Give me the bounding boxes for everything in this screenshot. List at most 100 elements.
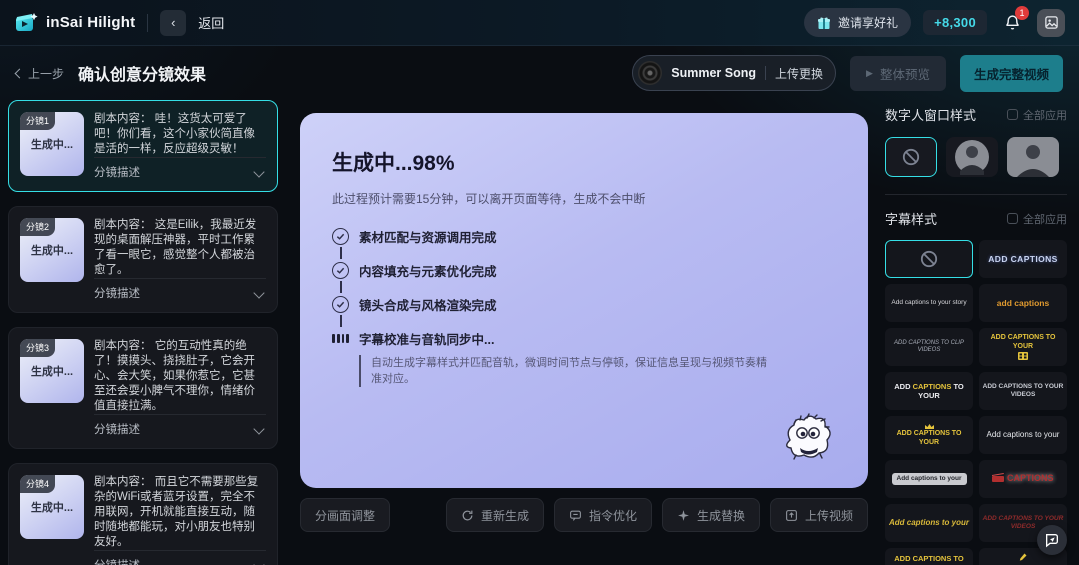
- credits-balance[interactable]: +8,300: [923, 10, 987, 35]
- sparkle-icon: [677, 509, 690, 522]
- gift-icon: [817, 16, 831, 30]
- divider: [765, 66, 766, 80]
- caption-apply-all-checkbox[interactable]: 全部应用: [1007, 211, 1067, 227]
- caption-option[interactable]: CAPTIONS: [979, 460, 1067, 498]
- generating-label: 生成中...: [31, 499, 73, 515]
- step-connector: [340, 315, 342, 327]
- caption-option[interactable]: ADD CAPTIONS TO YOUR: [885, 416, 973, 454]
- chat-send-icon: [1044, 532, 1060, 548]
- avatar-apply-all-checkbox[interactable]: 全部应用: [1007, 107, 1067, 123]
- caption-option[interactable]: ADD CAPTIONS TO YOUR VIDEOS: [979, 372, 1067, 410]
- crown-icon: [924, 423, 935, 430]
- avatar-window-options: [885, 137, 1067, 177]
- upload-icon: [785, 509, 798, 522]
- caption-style-title: 字幕样式: [885, 209, 937, 228]
- invite-gift-button[interactable]: 邀请享好礼: [804, 8, 911, 37]
- progress-steps: 素材匹配与资源调用完成 内容填充与元素优化完成 镜头合成与风格渲染完成 字幕校准…: [332, 227, 836, 387]
- avatar-option-square[interactable]: [1007, 137, 1059, 177]
- page-title: 确认创意分镜效果: [78, 61, 206, 85]
- divider: [885, 194, 1067, 195]
- presenter-avatar-square: [1007, 137, 1059, 177]
- avatar-window-style-title: 数字人窗口样式: [885, 105, 976, 124]
- step-1: 素材匹配与资源调用完成: [332, 227, 836, 245]
- generating-label: 生成中...: [31, 136, 73, 152]
- storyboard-badge: 分镜4: [20, 475, 55, 493]
- caption-option[interactable]: ADD CAPTIONS TO CLIP VIDEOS: [885, 328, 973, 366]
- image-icon: [1044, 15, 1059, 30]
- back-label[interactable]: 返回: [198, 13, 224, 32]
- storyboard-thumbnail: 分镜1 生成中...: [20, 112, 84, 176]
- caption-option[interactable]: ADD CAPTIONS TO YOUR: [885, 548, 973, 565]
- refresh-icon: [461, 509, 474, 522]
- step-connector: [340, 247, 342, 259]
- progress-note: 此过程预计需要15分钟，可以离开页面等待，生成不会中断: [332, 190, 836, 207]
- previous-step-button[interactable]: 上一步: [16, 65, 64, 82]
- active-step-note: 自动生成字幕样式并匹配音轨，微调时间节点与停顿，保证信息呈现与视频节奏精准对应。: [359, 355, 767, 387]
- progress-title: 生成中...98%: [332, 147, 836, 177]
- divider: [147, 14, 148, 32]
- scene-toolbar: 分画面调整 重新生成 指令优化 生成替换 上传视频: [300, 498, 868, 532]
- step-connector: [340, 281, 342, 293]
- caption-option[interactable]: Add captions to your: [885, 460, 973, 498]
- no-style-icon: [901, 147, 921, 167]
- caption-option[interactable]: ADD CAPTIONS TO YOUR: [979, 328, 1067, 366]
- avatar-option-circle[interactable]: [946, 137, 998, 177]
- caption-option[interactable]: Add captions to your: [885, 504, 973, 542]
- previous-step-label: 上一步: [28, 65, 64, 82]
- caption-option[interactable]: add captions: [979, 284, 1067, 322]
- caption-option[interactable]: ADD CAPTIONS: [979, 240, 1067, 278]
- clapperboard-logo-icon: [14, 11, 38, 35]
- storyboard-card-3[interactable]: 分镜3 生成中... 剧本内容： 它的互动性真的绝了！摸摸头、挠挠肚子，它会开心…: [8, 327, 278, 449]
- user-avatar-button[interactable]: [1037, 9, 1065, 37]
- upload-video-button[interactable]: 上传视频: [770, 498, 868, 532]
- no-style-icon: [919, 249, 939, 269]
- chevron-down-icon: [253, 287, 264, 298]
- regenerate-button[interactable]: 重新生成: [446, 498, 544, 532]
- chevron-down-icon: [253, 166, 264, 177]
- checkbox-icon: [1007, 109, 1018, 120]
- background-music-pill[interactable]: Summer Song 上传更换: [632, 55, 836, 91]
- script-content: 剧本内容： 而且它不需要那些复杂的WiFi或者蓝牙设置，完全不用联网，开机就能直…: [94, 475, 266, 550]
- loading-bars-icon: [332, 334, 349, 343]
- script-content: 剧本内容： 这是Eilik，我最近发现的桌面解压神器，平时工作累了看一眼它，感觉…: [94, 218, 266, 278]
- checkbox-icon: [1007, 213, 1018, 224]
- top-bar: inSai Hilight ‹ 返回 邀请享好礼 +8,300 1: [0, 0, 1079, 46]
- step-3: 镜头合成与风格渲染完成: [332, 295, 836, 313]
- generate-full-video-button[interactable]: 生成完整视频: [960, 55, 1063, 92]
- back-button[interactable]: ‹: [160, 10, 186, 36]
- storyboard-desc-toggle[interactable]: 分镜描述: [94, 414, 266, 437]
- storyboard-badge: 分镜2: [20, 218, 55, 236]
- chevron-left-icon: [15, 68, 25, 78]
- music-replace-button[interactable]: 上传更换: [775, 65, 823, 82]
- caption-option[interactable]: Add captions to your story: [885, 284, 973, 322]
- caption-option-none[interactable]: [885, 240, 973, 278]
- pencil-icon: [1019, 553, 1027, 563]
- app-name: inSai Hilight: [46, 14, 135, 31]
- generating-label: 生成中...: [31, 242, 73, 258]
- support-chat-button[interactable]: [1037, 525, 1067, 555]
- generation-progress-panel: 生成中...98% 此过程预计需要15分钟，可以离开页面等待，生成不会中断 素材…: [300, 113, 868, 488]
- storyboard-card-2[interactable]: 分镜2 生成中... 剧本内容： 这是Eilik，我最近发现的桌面解压神器，平时…: [8, 206, 278, 313]
- generating-label: 生成中...: [31, 363, 73, 379]
- caption-option[interactable]: Add captions to your: [979, 416, 1067, 454]
- notifications-button[interactable]: 1: [999, 10, 1025, 36]
- storyboard-desc-toggle[interactable]: 分镜描述: [94, 157, 266, 180]
- storyboard-card-1[interactable]: 分镜1 生成中... 剧本内容： 哇！这货太可爱了吧！你们看，这个小家伙简直像是…: [8, 100, 278, 192]
- presenter-avatar-circle: [952, 137, 992, 177]
- storyboard-desc-toggle[interactable]: 分镜描述: [94, 550, 266, 565]
- scene-adjust-button[interactable]: 分画面调整: [300, 498, 390, 532]
- storyboard-card-4[interactable]: 分镜4 生成中... 剧本内容： 而且它不需要那些复杂的WiFi或者蓝牙设置，完…: [8, 463, 278, 565]
- caption-option[interactable]: ADD CAPTIONS TO YOUR: [885, 372, 973, 410]
- generate-replace-button[interactable]: 生成替换: [662, 498, 760, 532]
- doodle-mascot-icon: [776, 410, 840, 464]
- storyboard-desc-toggle[interactable]: 分镜描述: [94, 278, 266, 301]
- storyboard-thumbnail: 分镜3 生成中...: [20, 339, 84, 403]
- overall-preview-button[interactable]: ▶ 整体预览: [850, 56, 946, 91]
- app-logo: inSai Hilight: [14, 11, 135, 35]
- prompt-optimize-button[interactable]: 指令优化: [554, 498, 652, 532]
- page-header: 上一步 确认创意分镜效果 Summer Song 上传更换 ▶ 整体预览 生成完…: [0, 46, 1079, 100]
- chevron-down-icon: [253, 423, 264, 434]
- avatar-option-none[interactable]: [885, 137, 937, 177]
- script-content: 剧本内容： 它的互动性真的绝了！摸摸头、挠挠肚子，它会开心、会大笑，如果你惹它，…: [94, 339, 266, 414]
- invite-label: 邀请享好礼: [838, 14, 898, 31]
